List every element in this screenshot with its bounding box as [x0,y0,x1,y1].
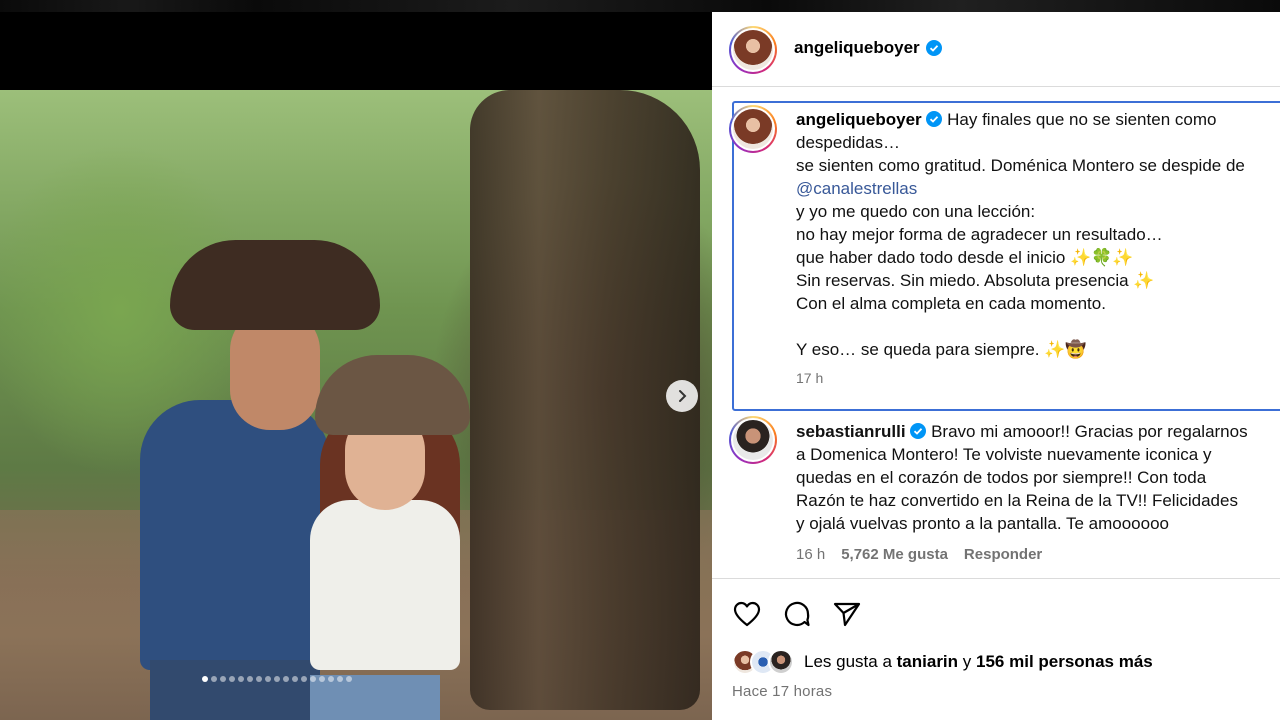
photo-woman [300,355,470,720]
caption-line: y yo me quedo con una lección: [796,202,1036,221]
likes-connector: y [962,652,972,671]
comment-likes[interactable]: 5,762 Me gusta [841,546,948,563]
carousel-next-button[interactable] [666,380,698,412]
comment-line: Bravo mi amooor!! Gracias por regalarnos [931,422,1248,441]
carousel-dot[interactable] [202,676,208,682]
carousel-dot[interactable] [319,676,325,682]
caption-line: se sienten como gratitud. Doménica Monte… [796,156,1245,175]
comment-line: quedas en el corazón de todos por siempr… [796,468,1207,487]
author-avatar[interactable] [729,26,777,74]
verified-badge-icon [926,111,943,127]
post-footer: Les gusta a taniarin y 156 mil personas … [712,578,1280,720]
comment-time[interactable]: 16 h [796,546,825,563]
caption-line: despedidas… [796,133,900,152]
caption-line: no hay mejor forma de agradecer un resul… [796,225,1163,244]
carousel-dot[interactable] [247,676,253,682]
commenter-avatar[interactable] [729,416,777,464]
carousel-dot[interactable] [283,676,289,682]
caption-line: Hay finales que no se sienten como [947,110,1217,129]
post-side-panel: angeliqueboyer angeliqueboyer Hay finale… [712,12,1280,720]
share-icon[interactable] [832,599,862,629]
comment-line: y ojalá vuelvas pronto a la pantalla. Te… [796,514,1169,533]
carousel-dot[interactable] [310,676,316,682]
avatar [768,649,794,675]
carousel-dots [202,676,352,682]
posted-time: Hace 17 horas [732,683,833,700]
carousel-dot[interactable] [328,676,334,682]
carousel-dot[interactable] [238,676,244,682]
caption-line: que haber dado todo desde el inicio ✨🍀✨ [796,248,1134,267]
post-header: angeliqueboyer [712,12,1280,87]
carousel-dot[interactable] [229,676,235,682]
carousel-dot[interactable] [346,676,352,682]
author-username-text[interactable]: angeliqueboyer [794,38,920,58]
likes-user[interactable]: taniarin [897,652,958,672]
caption: angeliqueboyer Hay finales que no se sie… [796,108,1280,390]
verified-badge-icon [925,40,942,56]
carousel-dot[interactable] [274,676,280,682]
comment-icon[interactable] [782,599,812,629]
carousel-dot[interactable] [301,676,307,682]
caption-username[interactable]: angeliqueboyer [796,110,922,129]
carousel-dot[interactable] [220,676,226,682]
caption-closing: Y eso… se queda para siempre. ✨🤠 [796,340,1087,359]
reply-button[interactable]: Responder [964,546,1042,563]
comment: sebastianrulli Bravo mi amooor!! Gracias… [796,420,1280,535]
mention-link[interactable]: @canalestrellas [796,177,1280,200]
commenter-username[interactable]: sebastianrulli [796,422,906,441]
caption-line: Con el alma completa en cada momento. [796,294,1106,313]
likes-others[interactable]: 156 mil personas más [976,652,1153,672]
carousel-dot[interactable] [265,676,271,682]
carousel-dot[interactable] [211,676,217,682]
likes-summary[interactable]: Les gusta a taniarin y 156 mil personas … [732,649,1153,675]
caption-avatar[interactable] [729,105,777,153]
heart-icon[interactable] [732,599,762,629]
comment-line: a Domenica Montero! Te volviste nuevamen… [796,445,1212,464]
author-username[interactable]: angeliqueboyer [794,38,942,58]
top-strip [0,0,1280,12]
caption-line: Sin reservas. Sin miedo. Absoluta presen… [796,271,1155,290]
verified-badge-icon [910,423,927,439]
next-arrow-icon [679,390,687,402]
caption-time[interactable]: 17 h [796,367,1280,390]
carousel-dot[interactable] [337,676,343,682]
post-media [0,12,712,720]
like-avatars [732,649,794,675]
carousel-dot[interactable] [256,676,262,682]
likes-prefix: Les gusta a [804,652,892,671]
carousel-dot[interactable] [292,676,298,682]
post-photo [0,90,712,720]
comment-line: Razón te haz convertido en la Reina de l… [796,491,1238,510]
comment-actions: 16 h 5,762 Me gusta Responder [796,546,1042,563]
action-bar [732,599,862,629]
